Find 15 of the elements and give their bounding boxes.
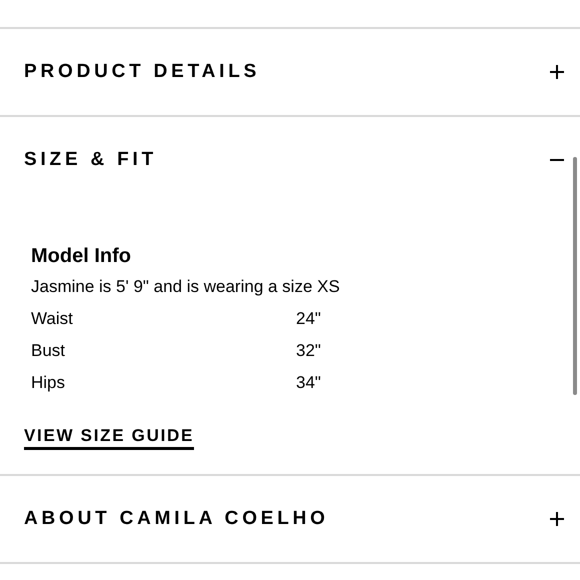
accordion-header[interactable]: ABOUT CAMILA COELHO <box>0 476 580 562</box>
model-description: Jasmine is 5' 9" and is wearing a size XS <box>31 276 341 298</box>
measurement-label: Waist <box>31 308 74 330</box>
measurement-value: 32" <box>296 340 321 362</box>
section-heading: Model Info <box>31 244 132 269</box>
accordion-header[interactable]: PRODUCT DETAILS <box>0 29 580 115</box>
measurement-label: Hips <box>31 372 66 394</box>
accordion-header[interactable]: SIZE & FIT <box>0 117 580 203</box>
measurement-label: Bust <box>31 340 66 362</box>
scrollbar[interactable] <box>573 157 577 395</box>
plus-icon <box>550 65 564 79</box>
measurement-value: 24" <box>296 308 321 330</box>
size-guide-link[interactable]: VIEW SIZE GUIDE <box>24 425 194 450</box>
plus-icon <box>550 512 564 526</box>
measurement-value: 34" <box>296 372 321 394</box>
